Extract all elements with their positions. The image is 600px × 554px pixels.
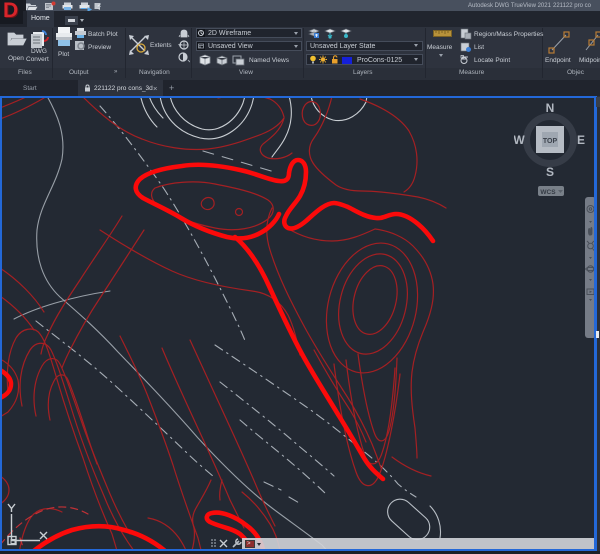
svg-text:WCS: WCS (540, 189, 556, 196)
svg-text:TOP: TOP (543, 138, 558, 145)
svg-text:S: S (546, 165, 554, 179)
svg-text:N: N (546, 101, 555, 115)
svg-text:W: W (514, 133, 525, 147)
svg-text:E: E (577, 133, 585, 147)
